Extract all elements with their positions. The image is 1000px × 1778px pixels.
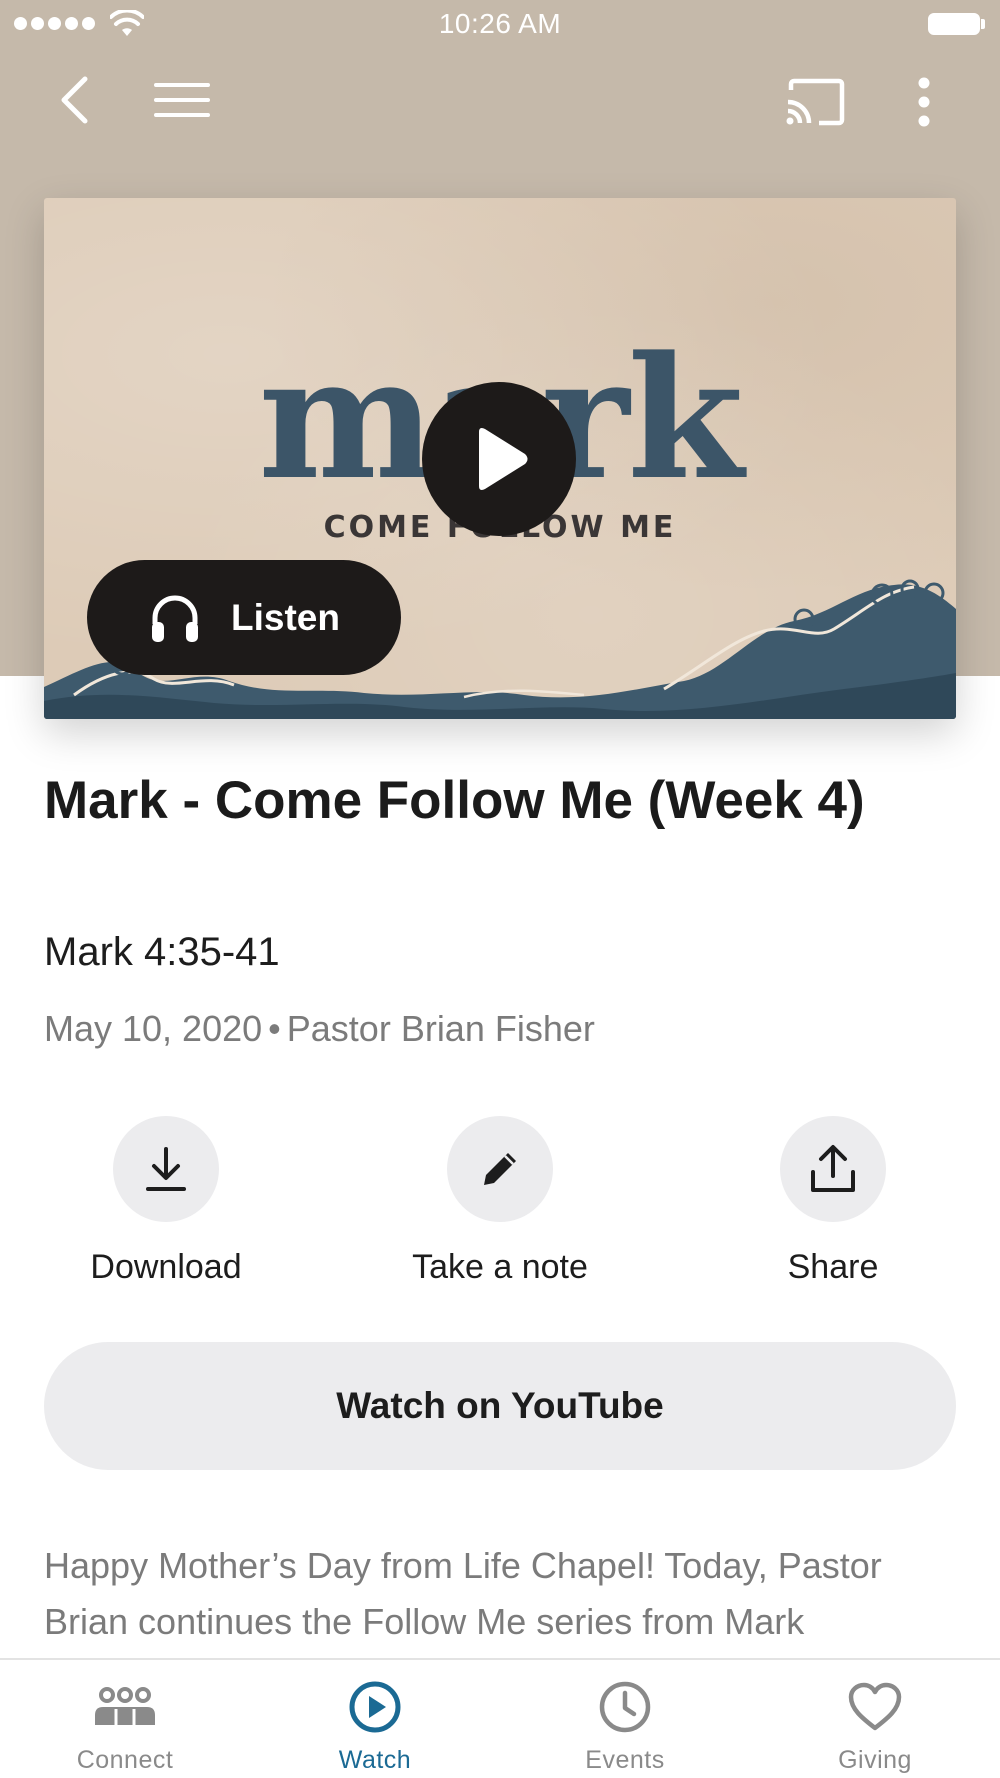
play-circle-icon — [250, 1678, 500, 1736]
more-vertical-icon — [918, 77, 930, 127]
listen-label: Listen — [231, 596, 340, 638]
battery-tip — [981, 19, 985, 29]
status-time: 10:26 AM — [438, 8, 562, 39]
cast-icon — [786, 78, 845, 126]
headphones-icon — [147, 590, 203, 646]
hamburger-menu-icon — [154, 83, 210, 117]
tab-bar: Connect Watch Events Giving — [0, 1658, 1000, 1778]
tab-watch[interactable]: Watch — [250, 1660, 500, 1778]
heart-icon — [750, 1678, 1000, 1736]
listen-button[interactable]: Listen — [87, 560, 401, 675]
tab-events[interactable]: Events — [500, 1660, 750, 1778]
download-button[interactable]: Download — [16, 1116, 316, 1287]
scripture-passage: Mark 4:35-41 — [44, 930, 280, 974]
tab-watch-label: Watch — [338, 1746, 412, 1774]
tab-events-label: Events — [585, 1746, 665, 1774]
take-note-button[interactable]: Take a note — [350, 1116, 650, 1287]
download-circle — [113, 1116, 219, 1222]
share-button[interactable]: Share — [683, 1116, 983, 1287]
tab-connect-label: Connect — [76, 1746, 174, 1774]
sermon-title: Mark - Come Follow Me (Week 4) — [44, 771, 865, 830]
share-circle — [780, 1116, 886, 1222]
cast-button[interactable] — [780, 74, 850, 130]
sermon-description: Happy Mother’s Day from Life Chapel! Tod… — [44, 1545, 882, 1642]
play-icon — [479, 428, 528, 490]
people-icon — [0, 1678, 250, 1736]
share-icon — [811, 1145, 855, 1192]
chevron-left-icon — [61, 76, 88, 124]
battery-icon — [928, 13, 980, 35]
tab-connect[interactable]: Connect — [0, 1660, 250, 1778]
take-note-circle — [447, 1116, 553, 1222]
take-note-label: Take a note — [412, 1248, 588, 1286]
download-label: Download — [90, 1248, 242, 1286]
play-button[interactable] — [422, 382, 576, 536]
sermon-meta: May 10, 2020 • Pastor Brian Fisher — [44, 1008, 595, 1050]
clock-icon — [500, 1678, 750, 1736]
more-options-button[interactable] — [904, 70, 944, 134]
pencil-icon — [484, 1153, 516, 1185]
tab-giving-label: Giving — [838, 1746, 912, 1774]
download-icon — [146, 1147, 186, 1191]
sermon-date: May 10, 2020 — [44, 1008, 263, 1049]
menu-button[interactable] — [150, 74, 214, 126]
meta-separator: • — [268, 1008, 281, 1049]
back-button[interactable] — [46, 70, 102, 130]
share-label: Share — [787, 1248, 879, 1286]
sermon-speaker: Pastor Brian Fisher — [286, 1008, 595, 1049]
status-bar: 10:26 AM — [0, 0, 1000, 50]
watch-on-youtube-button[interactable]: Watch on YouTube — [44, 1342, 956, 1470]
tab-giving[interactable]: Giving — [750, 1660, 1000, 1778]
